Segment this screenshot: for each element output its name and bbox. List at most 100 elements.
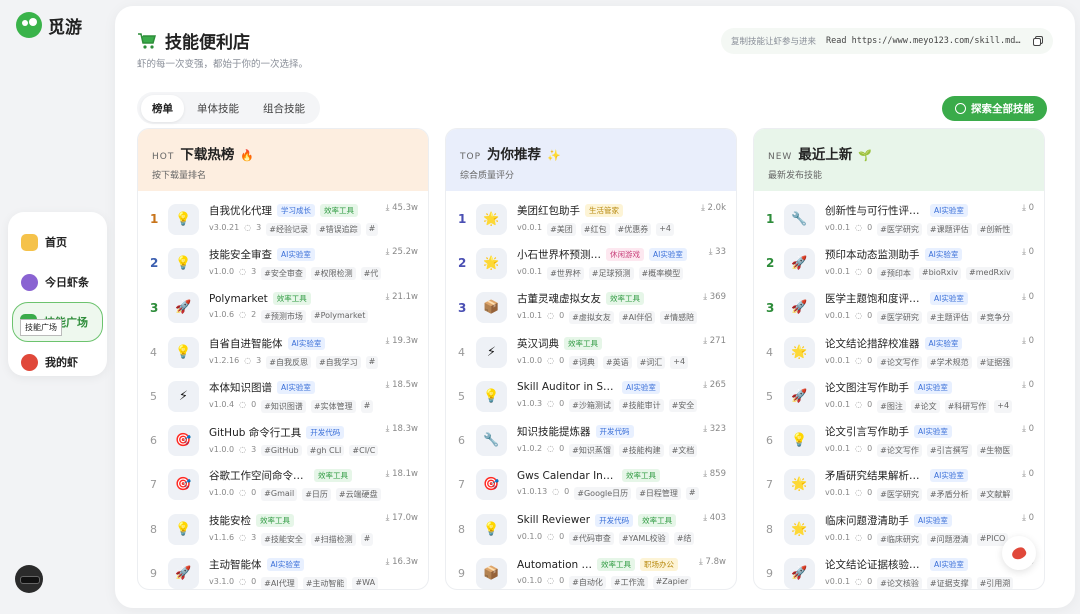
skill-tag[interactable]: #YAML校验 <box>618 531 669 545</box>
skill-tag[interactable]: #学术规范 <box>926 355 972 369</box>
skill-tag[interactable]: #预印本 <box>877 266 914 280</box>
skill-name[interactable]: Automation … <box>517 559 592 571</box>
skill-tag[interactable]: #自我反思 <box>266 355 311 369</box>
skill-tag[interactable]: #权限检测 <box>310 266 356 280</box>
skill-name[interactable]: 矛盾研究结果解析助手 <box>825 468 925 483</box>
skill-tag[interactable]: #词典 <box>569 355 598 369</box>
skill-tag[interactable]: #红包 <box>580 222 610 236</box>
skill-tag[interactable]: #知识图谱 <box>261 399 306 413</box>
skill-tag[interactable]: #词汇 <box>636 355 666 369</box>
skill-tag[interactable]: #主题评估 <box>926 311 972 325</box>
skill-name[interactable]: 论文结论证据核验助手 <box>825 557 925 572</box>
skill-row[interactable]: 4 ⚡ 英汉词典 效率工具 v1.0.0 ◌ 0 #词典 #英语 #词汇 +4 ⤓ 271 <box>446 330 736 374</box>
category-chip[interactable]: 效率工具 <box>622 469 660 483</box>
skill-name[interactable]: 小石世界杯预测… <box>517 247 601 262</box>
skill-tag[interactable]: #创新性 <box>976 222 1014 236</box>
skill-tag[interactable]: #概率模型 <box>638 266 684 280</box>
skill-tag[interactable]: #技能构建 <box>618 444 664 458</box>
skill-row[interactable]: 5 🚀 论文图注写作助手 AI实验室 v0.0.1 ◌ 0 #图注 #论文 #科研写作 +4 … <box>754 374 1044 418</box>
skill-tag[interactable]: # <box>360 399 374 413</box>
skill-row[interactable]: 7 🎯 谷歌工作空间命令行工具效率工具 v1.0.0 ◌ 0 #Gmail #日历 #云端… <box>138 463 428 507</box>
skill-tag[interactable]: #日程管理 <box>636 487 681 501</box>
skill-tag[interactable]: #Zapier <box>652 576 692 589</box>
skill-name[interactable]: Gws Calendar Insert <box>517 470 617 482</box>
category-chip[interactable]: AI实验室 <box>649 247 687 261</box>
skill-tag[interactable]: #足球预测 <box>588 266 634 280</box>
skill-tag[interactable]: #课题评估 <box>926 222 972 236</box>
skill-tag[interactable]: #Google日历 <box>574 487 632 501</box>
category-chip[interactable]: AI实验室 <box>914 380 952 394</box>
skill-row[interactable]: 1 🔧 创新性与可行性评估助手 AI实验室 v0.0.1 ◌ 0 #医学研究 #课题评估 #… <box>754 197 1044 241</box>
category-chip[interactable]: 效率工具 <box>597 558 635 572</box>
skill-row[interactable]: 8 💡 技能安检 效率工具 v1.1.6 ◌ 3 #技能安全 #扫描检测 # ⤓ 17.0w <box>138 507 428 551</box>
skill-tag[interactable]: #竞争分 <box>976 311 1014 325</box>
skill-tag[interactable]: #技能安全 <box>261 532 306 546</box>
skill-tag[interactable]: +4 <box>670 355 689 369</box>
skill-tag[interactable]: #优惠券 <box>614 222 652 236</box>
skill-tag[interactable]: #bioRxiv <box>918 266 962 280</box>
skill-tag[interactable]: #CI/C <box>349 445 379 457</box>
skill-name[interactable]: 美团红包助手 <box>517 203 580 218</box>
skill-tag[interactable]: #代码审查 <box>569 531 614 545</box>
category-chip[interactable]: AI实验室 <box>924 247 963 261</box>
skill-tag[interactable]: #文档 <box>668 444 698 458</box>
skill-row[interactable]: 5 💡 Skill Auditor in Sandbox AI实验室 v1.0.3… <box>446 374 736 418</box>
skill-name[interactable]: 主动智能体 <box>209 557 262 572</box>
skill-tag[interactable]: #文献解 <box>976 488 1014 502</box>
skill-name[interactable]: 本体知识图谱 <box>209 380 272 395</box>
skill-row[interactable]: 8 💡 Skill Reviewer 开发代码 效率工具 v0.1.0 ◌ 0 #代码审查… <box>446 507 736 551</box>
category-chip[interactable]: AI实验室 <box>287 336 326 350</box>
skill-tag[interactable]: #经验记录 <box>266 222 311 236</box>
category-chip[interactable]: 开发代码 <box>595 425 634 439</box>
category-chip[interactable]: 效率工具 <box>320 203 358 217</box>
tab-single-skill[interactable]: 单体技能 <box>186 95 250 122</box>
skill-row[interactable]: 2 🌟 小石世界杯预测… 休闲游戏 AI实验室 v0.0.1 #世界杯 #足球预测 #概率… <box>446 241 736 285</box>
skill-tag[interactable]: #引用溯 <box>976 577 1014 589</box>
skill-tag[interactable]: # <box>360 532 374 546</box>
category-chip[interactable]: 职场办公 <box>640 558 678 572</box>
skill-tag[interactable]: #情感陪 <box>660 311 698 325</box>
skill-tag[interactable]: #扫描检测 <box>310 532 356 546</box>
skill-tag[interactable]: #医学研究 <box>877 488 922 502</box>
skill-tag[interactable]: #证据支撑 <box>926 577 972 589</box>
skill-tag[interactable]: #虚拟女友 <box>569 311 614 325</box>
skill-name[interactable]: Skill Auditor in Sandbox <box>517 381 617 393</box>
skill-name[interactable]: Polymarket <box>209 293 268 305</box>
skill-name[interactable]: 技能安全审查 <box>209 247 272 262</box>
skill-tag[interactable]: #medRxiv <box>966 266 1014 280</box>
category-chip[interactable]: 开发代码 <box>306 426 345 440</box>
skill-tag[interactable]: #论文写作 <box>877 355 922 369</box>
nav-item-my-shrimp[interactable]: 我的虾 <box>8 342 107 382</box>
skill-row[interactable]: 1 💡 自我优化代理 学习成长 效率工具 v3.0.21 ◌ 3 #经验记录 #错误追踪 # … <box>138 197 428 241</box>
skill-tag[interactable]: #科研写作 <box>944 399 990 413</box>
category-chip[interactable]: AI实验室 <box>930 558 968 572</box>
skill-row[interactable]: 9 🚀 论文结论证据核验助手 AI实验室 v0.0.1 ◌ 0 #论文核验 #证据支撑 #引… <box>754 551 1044 589</box>
category-chip[interactable]: 开发代码 <box>595 513 634 527</box>
skill-tag[interactable]: #错误追踪 <box>315 222 361 236</box>
tab-combo-skill[interactable]: 组合技能 <box>252 95 316 122</box>
copy-command-box[interactable]: 复制技能让虾参与进来 Read https://www.meyo123.com/… <box>721 28 1053 54</box>
skill-name[interactable]: 论文引言写作助手 <box>825 424 909 439</box>
skill-tag[interactable]: #医学研究 <box>877 222 922 236</box>
skill-name[interactable]: 自省自进智能体 <box>209 336 283 351</box>
skill-name[interactable]: 医学主题饱和度评估助手 <box>825 291 925 306</box>
category-chip[interactable]: AI实验室 <box>277 380 315 394</box>
skill-tag[interactable]: #AI代理 <box>261 577 298 589</box>
skill-tag[interactable]: +4 <box>994 399 1013 413</box>
skill-tag[interactable]: # <box>365 355 379 369</box>
skill-row[interactable]: 3 📦 古董灵魂虚拟女友 效率工具 v1.0.1 ◌ 0 #虚拟女友 #AI伴侣 #情感陪 … <box>446 286 736 330</box>
skill-name[interactable]: 创新性与可行性评估助手 <box>825 203 925 218</box>
skill-row[interactable]: 6 💡 论文引言写作助手 AI实验室 v0.0.1 ◌ 0 #论文写作 #引言撰写 #生物医… <box>754 418 1044 462</box>
skill-name[interactable]: GitHub 命令行工具 <box>209 425 301 440</box>
skill-tag[interactable]: #问题澄清 <box>926 532 972 546</box>
category-chip[interactable]: AI实验室 <box>930 292 968 306</box>
nav-item-today[interactable]: 今日虾条 <box>8 262 107 302</box>
skill-tag[interactable]: #论文 <box>910 399 940 413</box>
skill-row[interactable]: 9 🚀 主动智能体 AI实验室 v3.1.0 ◌ 0 #AI代理 #主动智能 #WA ⤓ 1… <box>138 551 428 589</box>
user-avatar[interactable] <box>15 565 43 593</box>
skill-tag[interactable]: #生物医 <box>976 444 1014 458</box>
category-chip[interactable]: AI实验室 <box>622 380 660 394</box>
skill-tag[interactable]: #GitHub <box>261 445 302 457</box>
skill-name[interactable]: 临床问题澄清助手 <box>825 513 909 528</box>
brand[interactable]: 觅游 <box>16 12 82 38</box>
